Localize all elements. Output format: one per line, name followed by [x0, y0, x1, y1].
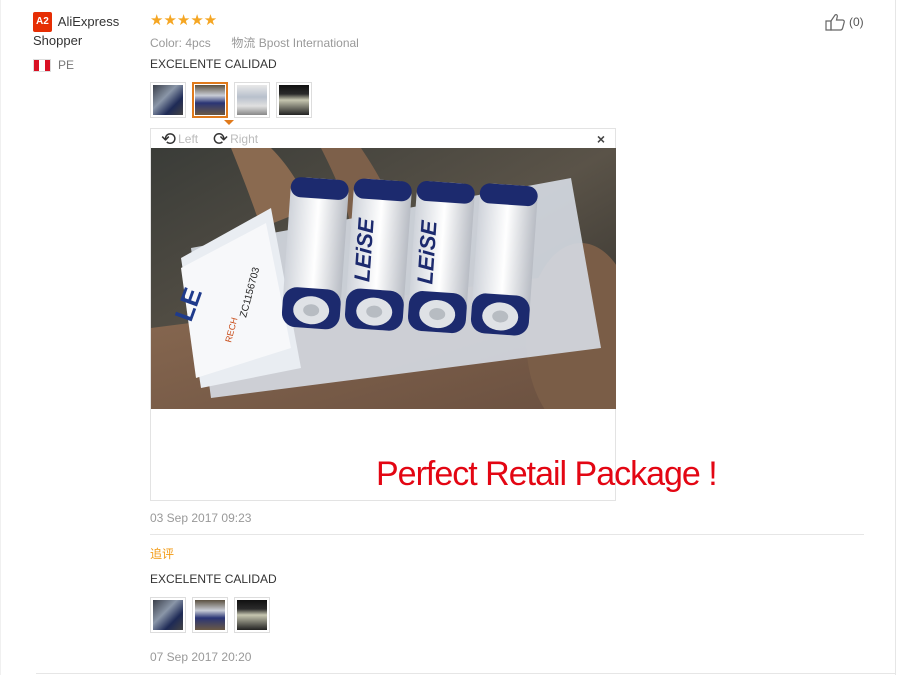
review-date: 03 Sep 2017 09:23 [150, 511, 252, 525]
helpful-button[interactable]: (0) [825, 13, 864, 31]
bottom-divider [36, 673, 896, 674]
rotate-left-icon: ⟲ [161, 129, 177, 149]
color-value: 4pcs [185, 36, 211, 50]
shipping-value: Bpost International [258, 36, 359, 50]
rotate-left-button[interactable]: ⟲ Left [161, 129, 199, 149]
followup-thumbnail[interactable] [192, 597, 228, 633]
country-code: PE [58, 58, 75, 72]
thumbs-up-icon [825, 14, 845, 31]
overlay-caption: Perfect Retail Package ! [376, 455, 718, 493]
active-thumbnail-pointer [224, 120, 234, 125]
review-thumbnail-active[interactable] [192, 82, 228, 118]
reviewer-country: PE [33, 58, 143, 72]
peru-flag-icon [33, 58, 51, 72]
rotate-right-button[interactable]: ⟳ Right [213, 129, 259, 149]
review-thumbnail[interactable] [276, 82, 312, 118]
rotate-right-label: Right [230, 132, 259, 146]
close-viewer-button[interactable]: × [597, 131, 605, 147]
review-thumbnail[interactable] [150, 82, 186, 118]
rotate-right-icon: ⟳ [213, 129, 229, 149]
image-viewer: ⟲ Left ⟳ Right × LE ZC1156703 RECH LEiSE… [150, 128, 616, 501]
followup-label: 追评 [150, 547, 175, 561]
followup-date: 07 Sep 2017 20:20 [150, 650, 252, 664]
review-thumbnails [150, 82, 312, 118]
followup-thumbnail[interactable] [150, 597, 186, 633]
star-rating: ★★★★★ [150, 12, 218, 29]
battery-brand-text: LEiSE [349, 216, 378, 282]
followup-text: EXCELENTE CALIDAD [150, 572, 277, 586]
shipping-label: 物流 [231, 36, 256, 50]
order-info: Color: 4pcs 物流 Bpost International [150, 34, 359, 51]
review-text: EXCELENTE CALIDAD [150, 57, 277, 71]
level-badge: A2 [33, 12, 52, 32]
reviewer-name-line: A2 AliExpress Shopper [33, 12, 143, 50]
review-thumbnail[interactable] [234, 82, 270, 118]
divider [150, 534, 864, 535]
followup-thumbnails [150, 597, 270, 633]
review-photo: LE ZC1156703 RECH LEiSE LEiSE [151, 148, 616, 409]
rotate-left-label: Left [178, 132, 199, 146]
battery-brand-text: LEiSE [412, 219, 441, 285]
reviewer-panel: A2 AliExpress Shopper PE [33, 12, 143, 72]
followup-thumbnail[interactable] [234, 597, 270, 633]
like-count: (0) [849, 15, 864, 29]
color-label: Color: [150, 36, 183, 50]
